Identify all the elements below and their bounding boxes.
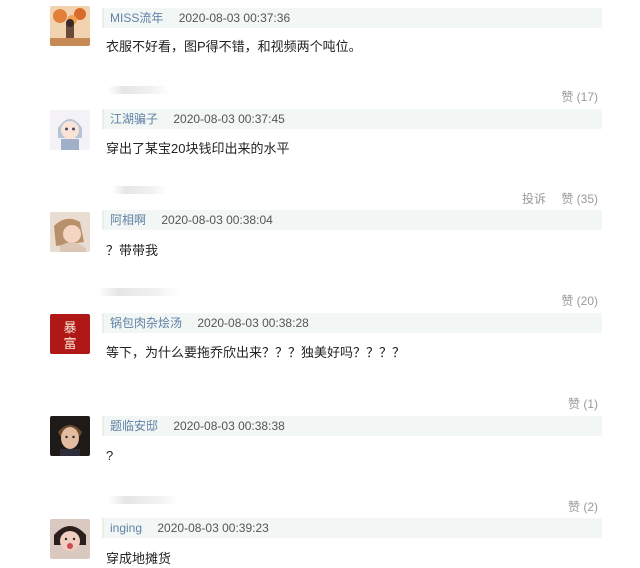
comment-actions: 赞 (2) — [568, 498, 598, 515]
like-button[interactable]: 赞 (2) — [568, 500, 598, 514]
comment-feed: MISS流年 2020-08-03 00:37:36 衣服不好看，图P得不错，和… — [0, 0, 640, 567]
like-button[interactable]: 赞 (35) — [561, 192, 598, 206]
comment-timestamp: 2020-08-03 00:37:36 — [178, 11, 291, 25]
comment-timestamp: 2020-08-03 00:38:38 — [173, 419, 285, 433]
chibi-character-avatar[interactable] — [50, 110, 90, 150]
comment-timestamp: 2020-08-03 00:37:45 — [173, 112, 285, 126]
dark-portrait-avatar[interactable] — [50, 416, 90, 456]
comment-text: 穿成地摊货 — [106, 551, 172, 566]
portrait-photo-avatar[interactable] — [50, 212, 90, 252]
red-character-avatar[interactable]: 暴 富 — [50, 314, 90, 354]
comment-text: ? — [106, 448, 114, 463]
autumn-illustration-avatar[interactable] — [50, 6, 90, 46]
like-button[interactable]: 赞 (17) — [561, 90, 598, 104]
like-button[interactable]: 赞 (1) — [568, 397, 598, 411]
username-link[interactable]: MISS流年 — [110, 11, 163, 25]
avatar-glyph-top: 暴 — [63, 321, 76, 336]
avatar-glyph-bottom: 富 — [63, 336, 76, 352]
comment-timestamp: 2020-08-03 00:38:28 — [197, 316, 309, 330]
redacted-text — [112, 186, 168, 194]
username-link[interactable]: 江湖骗子 — [110, 112, 158, 126]
username-link[interactable]: 锅包肉杂烩汤 — [110, 316, 182, 330]
comment-actions: 赞 (17) — [561, 88, 598, 105]
username-link[interactable]: inging — [110, 521, 142, 535]
comment-meta: inging 2020-08-03 00:39:23 — [102, 518, 602, 538]
username-link[interactable]: 阿相啊 — [110, 213, 146, 227]
comment-meta: 锅包肉杂烩汤 2020-08-03 00:38:28 — [102, 313, 602, 333]
comment-text: ？带带我 — [106, 243, 159, 258]
username-link[interactable]: 题临安邸 — [110, 419, 158, 433]
like-button[interactable]: 赞 (20) — [561, 294, 598, 308]
child-photo-avatar[interactable] — [50, 519, 90, 559]
redacted-text — [108, 496, 178, 504]
comment-timestamp: 2020-08-03 00:39:23 — [157, 521, 269, 535]
comment-actions: 赞 (1) — [568, 395, 598, 412]
comment-timestamp: 2020-08-03 00:38:04 — [161, 213, 273, 227]
report-button[interactable]: 投诉 — [522, 192, 546, 206]
comment-meta: 题临安邸 2020-08-03 00:38:38 — [102, 416, 602, 436]
comment-text: 衣服不好看，图P得不错，和视频两个吨位。 — [106, 39, 362, 54]
comment-actions: 赞 (20) — [561, 292, 598, 309]
comment-meta: MISS流年 2020-08-03 00:37:36 — [102, 8, 602, 28]
redacted-text — [98, 288, 180, 296]
comment-meta: 阿相啊 2020-08-03 00:38:04 — [102, 210, 602, 230]
comment-meta: 江湖骗子 2020-08-03 00:37:45 — [102, 109, 602, 129]
comment-actions: 投诉 赞 (35) — [522, 190, 598, 207]
redacted-text — [108, 86, 170, 94]
comment-text: 穿出了某宝20块钱印出来的水平 — [106, 141, 290, 156]
comment-text: 等下，为什么要拖乔欣出来？？？独美好吗？？？？ — [106, 345, 406, 360]
